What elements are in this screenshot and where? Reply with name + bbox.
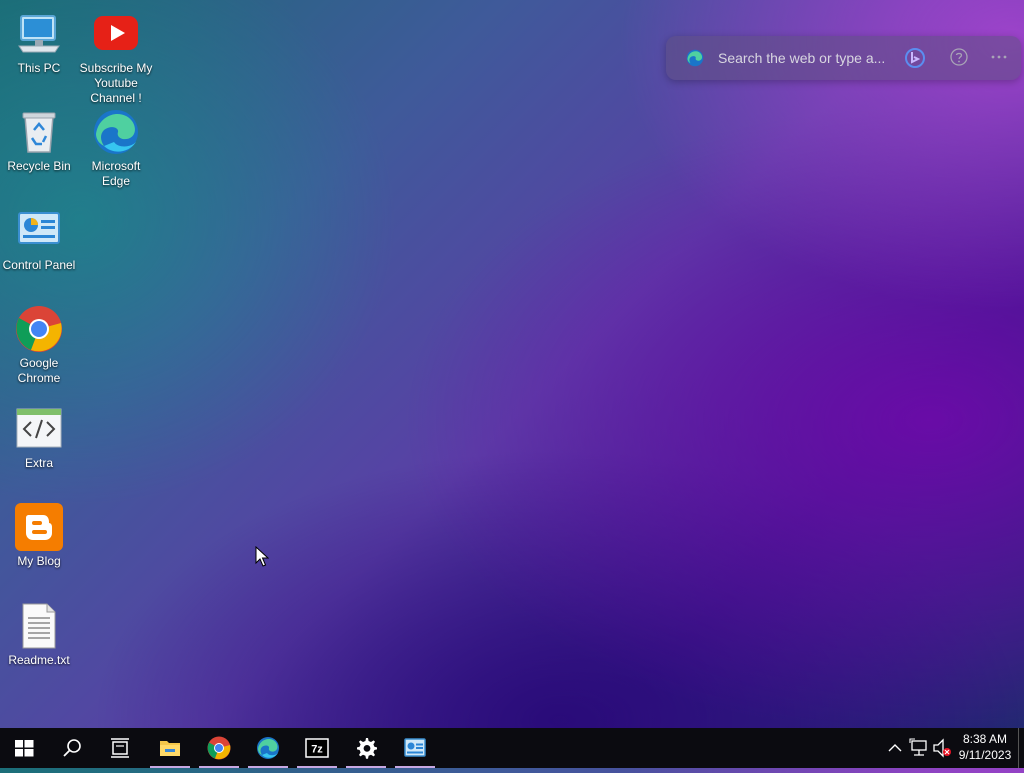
search-input[interactable]: Search the web or type a... xyxy=(718,49,885,67)
computer-icon xyxy=(15,10,63,58)
taskbar: 7z 8:38 AM 9/11/2023 xyxy=(0,728,1024,768)
desktop-icon-label: My Blog xyxy=(17,554,61,568)
desktop-icon-recycle-bin[interactable]: Recycle Bin xyxy=(0,108,78,174)
desktop-icon-label: Google Chrome xyxy=(17,356,61,385)
bing-icon[interactable] xyxy=(904,47,926,69)
show-hidden-icons-button[interactable] xyxy=(884,728,906,768)
desktop-icon-extra[interactable]: Extra xyxy=(0,405,78,471)
windows-logo-icon xyxy=(15,740,34,757)
volume-muted-icon xyxy=(933,738,951,758)
svg-text:7z: 7z xyxy=(311,744,323,756)
taskbar-file-explorer[interactable] xyxy=(146,728,194,768)
taskbar-7zip[interactable]: 7z xyxy=(293,728,341,768)
desktop-icon-label: Control Panel xyxy=(2,258,76,272)
text-file-icon xyxy=(15,602,63,650)
desktop-icon-blog[interactable]: My Blog xyxy=(0,503,78,569)
desktop-icon-edge[interactable]: Microsoft Edge xyxy=(77,108,155,189)
task-view-icon xyxy=(111,738,129,758)
search-icon xyxy=(63,739,81,757)
chevron-up-icon xyxy=(888,744,902,752)
taskbar-chrome[interactable] xyxy=(195,728,243,768)
show-desktop-button[interactable] xyxy=(1018,728,1024,768)
blogger-icon xyxy=(15,503,63,551)
desktop-icon-label: Subscribe My Youtube Channel ! xyxy=(79,61,153,105)
folder-icon xyxy=(160,741,180,756)
more-icon[interactable] xyxy=(990,48,1008,66)
network-button[interactable] xyxy=(907,728,931,768)
taskbar-control-panel[interactable] xyxy=(391,728,439,768)
edge-icon xyxy=(257,737,279,759)
desktop-icon-youtube[interactable]: Subscribe My Youtube Channel ! xyxy=(77,10,155,106)
control-panel-icon xyxy=(404,738,426,757)
task-view-button[interactable] xyxy=(96,728,144,768)
recycle-bin-icon xyxy=(15,108,63,156)
clock-time: 8:38 AM xyxy=(962,732,1008,746)
taskbar-edge[interactable] xyxy=(244,728,292,768)
desktop-icon-label: This PC xyxy=(17,61,61,75)
chrome-icon xyxy=(207,736,231,760)
7zip-icon: 7z xyxy=(305,738,329,758)
gear-icon xyxy=(357,738,377,759)
code-file-icon xyxy=(15,405,63,453)
edge-icon xyxy=(92,108,140,156)
desktop-icon-readme[interactable]: Readme.txt xyxy=(0,602,78,668)
control-panel-icon xyxy=(15,207,63,255)
taskbar-search-button[interactable] xyxy=(48,728,96,768)
help-icon[interactable] xyxy=(950,48,968,66)
youtube-icon xyxy=(92,10,140,58)
network-icon xyxy=(909,738,927,756)
mouse-cursor-icon xyxy=(255,545,270,573)
desktop-icon-label: Microsoft Edge xyxy=(91,159,141,188)
desktop-icon-label: Recycle Bin xyxy=(7,159,71,173)
edge-search-widget[interactable]: Search the web or type a... xyxy=(666,36,1021,80)
clock-date: 9/11/2023 xyxy=(958,748,1012,762)
start-button[interactable] xyxy=(0,728,48,768)
desktop-icon-chrome[interactable]: Google Chrome xyxy=(0,305,78,386)
taskbar-settings[interactable] xyxy=(342,728,390,768)
edge-icon xyxy=(686,49,704,67)
desktop-icon-this-pc[interactable]: This PC xyxy=(0,10,78,76)
desktop: This PC Subscribe My Youtube Channel ! R… xyxy=(0,0,1024,728)
chrome-icon xyxy=(15,305,63,353)
desktop-icon-control-panel[interactable]: Control Panel xyxy=(0,207,78,273)
volume-button[interactable] xyxy=(931,728,953,768)
desktop-icon-label: Readme.txt xyxy=(8,653,70,667)
desktop-icon-label: Extra xyxy=(24,456,53,470)
taskbar-clock[interactable]: 8:38 AM 9/11/2023 xyxy=(952,731,1018,763)
